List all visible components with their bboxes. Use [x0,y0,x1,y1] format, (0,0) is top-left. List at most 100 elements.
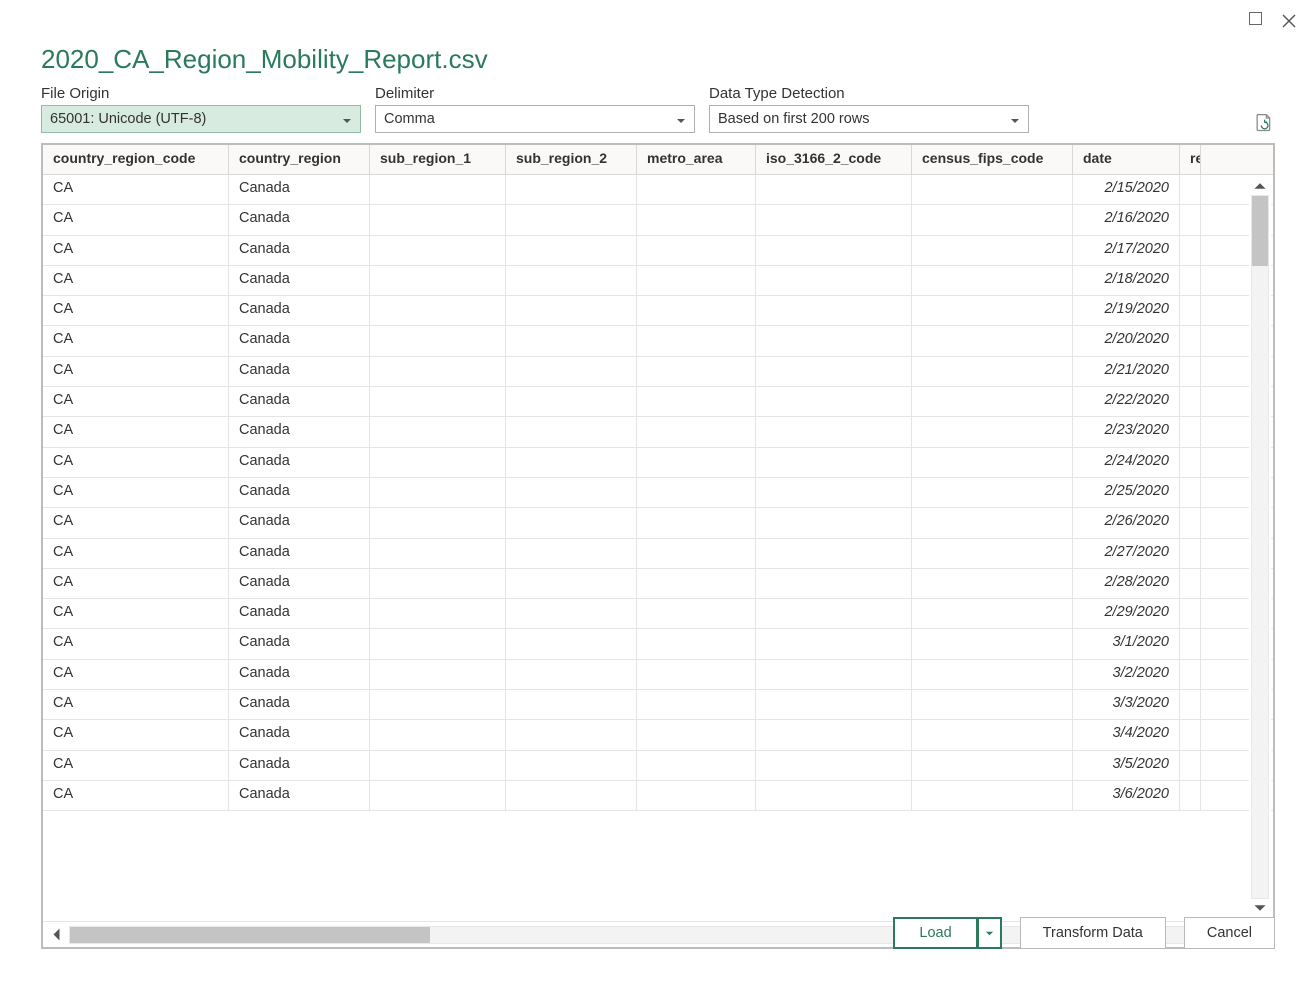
table-cell [506,175,637,204]
table-cell: CA [43,781,229,810]
table-row[interactable]: CACanada2/29/2020 [43,599,1273,629]
close-icon[interactable] [1280,12,1298,30]
table-row[interactable]: CACanada2/23/2020 [43,417,1273,447]
scroll-down-icon[interactable] [1250,899,1270,917]
load-button[interactable]: Load [893,917,977,949]
column-header[interactable]: iso_3166_2_code [756,145,912,174]
table-row[interactable]: CACanada2/28/2020 [43,569,1273,599]
column-header[interactable]: country_region_code [43,145,229,174]
table-cell [506,569,637,598]
delimiter-dropdown[interactable]: Comma [375,105,695,133]
table-cell [756,205,912,234]
table-cell [506,266,637,295]
table-row[interactable]: CACanada2/25/2020 [43,478,1273,508]
column-header[interactable]: sub_region_2 [506,145,637,174]
table-row[interactable]: CACanada3/1/2020 [43,629,1273,659]
table-cell: CA [43,720,229,749]
table-row[interactable]: CACanada3/5/2020 [43,751,1273,781]
table-cell: 3/1/2020 [1073,629,1180,658]
column-header[interactable]: re [1180,145,1201,174]
table-cell [637,660,756,689]
column-header[interactable]: date [1073,145,1180,174]
table-cell [756,508,912,537]
detection-value: Based on first 200 rows [718,111,870,127]
maximize-icon[interactable] [1249,12,1262,25]
table-cell: 3/2/2020 [1073,660,1180,689]
table-cell [370,236,506,265]
transform-data-button[interactable]: Transform Data [1020,917,1166,949]
table-row[interactable]: CACanada3/3/2020 [43,690,1273,720]
table-row[interactable]: CACanada2/16/2020 [43,205,1273,235]
column-header[interactable]: sub_region_1 [370,145,506,174]
table-cell [506,417,637,446]
grid-body: CACanada2/15/2020CACanada2/16/2020CACana… [43,175,1273,921]
scroll-thumb[interactable] [70,927,430,943]
load-dropdown-button[interactable] [978,917,1002,949]
table-cell [1180,417,1201,446]
table-cell [637,266,756,295]
table-row[interactable]: CACanada2/24/2020 [43,448,1273,478]
table-cell [1180,599,1201,628]
table-cell: 3/5/2020 [1073,751,1180,780]
table-cell [912,357,1073,386]
table-cell: Canada [229,448,370,477]
table-row[interactable]: CACanada2/18/2020 [43,266,1273,296]
table-row[interactable]: CACanada2/20/2020 [43,326,1273,356]
column-header[interactable]: country_region [229,145,370,174]
scroll-left-icon[interactable] [43,924,69,946]
table-cell [506,357,637,386]
table-cell: CA [43,357,229,386]
cancel-button[interactable]: Cancel [1184,917,1275,949]
table-cell [756,569,912,598]
table-cell [637,175,756,204]
table-cell [1180,478,1201,507]
table-cell [370,629,506,658]
table-row[interactable]: CACanada3/4/2020 [43,720,1273,750]
table-cell [637,417,756,446]
table-cell [370,478,506,507]
table-row[interactable]: CACanada2/21/2020 [43,357,1273,387]
table-row[interactable]: CACanada3/2/2020 [43,660,1273,690]
table-row[interactable]: CACanada2/19/2020 [43,296,1273,326]
refresh-preview-button[interactable] [1253,113,1275,135]
delimiter-label: Delimiter [375,85,695,102]
table-cell [637,720,756,749]
table-row[interactable]: CACanada2/15/2020 [43,175,1273,205]
vertical-scrollbar[interactable] [1249,177,1271,917]
table-cell [637,751,756,780]
scroll-thumb[interactable] [1252,196,1268,266]
table-cell [756,539,912,568]
table-cell: 2/17/2020 [1073,236,1180,265]
table-cell [1180,387,1201,416]
scroll-track[interactable] [1251,195,1269,899]
scroll-up-icon[interactable] [1250,177,1270,195]
table-cell: 2/26/2020 [1073,508,1180,537]
file-origin-dropdown[interactable]: 65001: Unicode (UTF-8) [41,105,361,133]
table-row[interactable]: CACanada2/26/2020 [43,508,1273,538]
table-cell: CA [43,296,229,325]
table-cell [370,326,506,355]
table-row[interactable]: CACanada2/22/2020 [43,387,1273,417]
table-cell: 2/23/2020 [1073,417,1180,446]
table-cell: 2/22/2020 [1073,387,1180,416]
table-cell [912,599,1073,628]
table-cell [637,508,756,537]
data-type-detection-dropdown[interactable]: Based on first 200 rows [709,105,1029,133]
delimiter-value: Comma [384,111,435,127]
table-cell [506,751,637,780]
table-cell: Canada [229,326,370,355]
table-row[interactable]: CACanada2/27/2020 [43,539,1273,569]
table-row[interactable]: CACanada2/17/2020 [43,236,1273,266]
table-cell [912,478,1073,507]
table-cell [637,448,756,477]
column-header[interactable]: census_fips_code [912,145,1073,174]
table-cell [370,781,506,810]
column-header[interactable]: metro_area [637,145,756,174]
table-row[interactable]: CACanada3/6/2020 [43,781,1273,811]
table-cell [370,296,506,325]
table-cell [506,387,637,416]
table-cell [637,478,756,507]
table-cell: CA [43,539,229,568]
table-cell [756,357,912,386]
table-cell: Canada [229,236,370,265]
